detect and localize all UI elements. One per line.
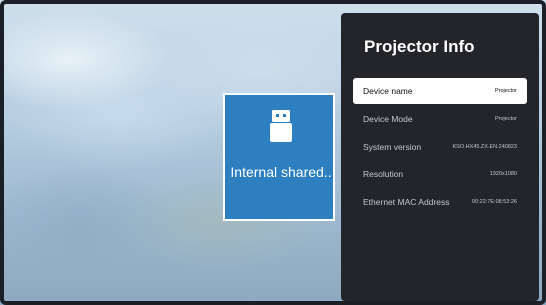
info-row-value: 1920x1080: [489, 171, 517, 177]
info-row-value: 00:22:7E:08:53:26: [472, 199, 517, 205]
projector-info-panel: Projector Info Device name Projector Dev…: [341, 13, 539, 301]
info-row-ethernet-mac[interactable]: Ethernet MAC Address 00:22:7E:08:53:26: [353, 189, 527, 215]
info-row-label: System version: [363, 142, 422, 152]
info-row-resolution[interactable]: Resolution 1920x1080: [353, 161, 527, 187]
usb-drive-icon: [270, 110, 292, 142]
info-row-value: KSO.HX45.ZX.EN.240823: [452, 144, 517, 150]
info-row-value: Projector: [494, 116, 517, 122]
internal-storage-tile[interactable]: Internal shared..: [223, 93, 335, 221]
projector-home-screen: Internal shared.. Projector Info Device …: [0, 0, 546, 305]
info-row-value: Projector: [494, 88, 517, 94]
info-row-device-mode[interactable]: Device Mode Projector: [353, 106, 527, 132]
info-row-system-version[interactable]: System version KSO.HX45.ZX.EN.240823: [353, 134, 527, 160]
panel-title: Projector Info: [364, 37, 475, 56]
storage-tile-label: Internal shared..: [230, 164, 332, 180]
info-row-device-name[interactable]: Device name Projector: [353, 78, 527, 104]
info-row-label: Device name: [363, 86, 413, 96]
info-row-label: Resolution: [363, 169, 404, 179]
info-row-label: Device Mode: [363, 114, 413, 124]
info-row-label: Ethernet MAC Address: [363, 197, 450, 207]
